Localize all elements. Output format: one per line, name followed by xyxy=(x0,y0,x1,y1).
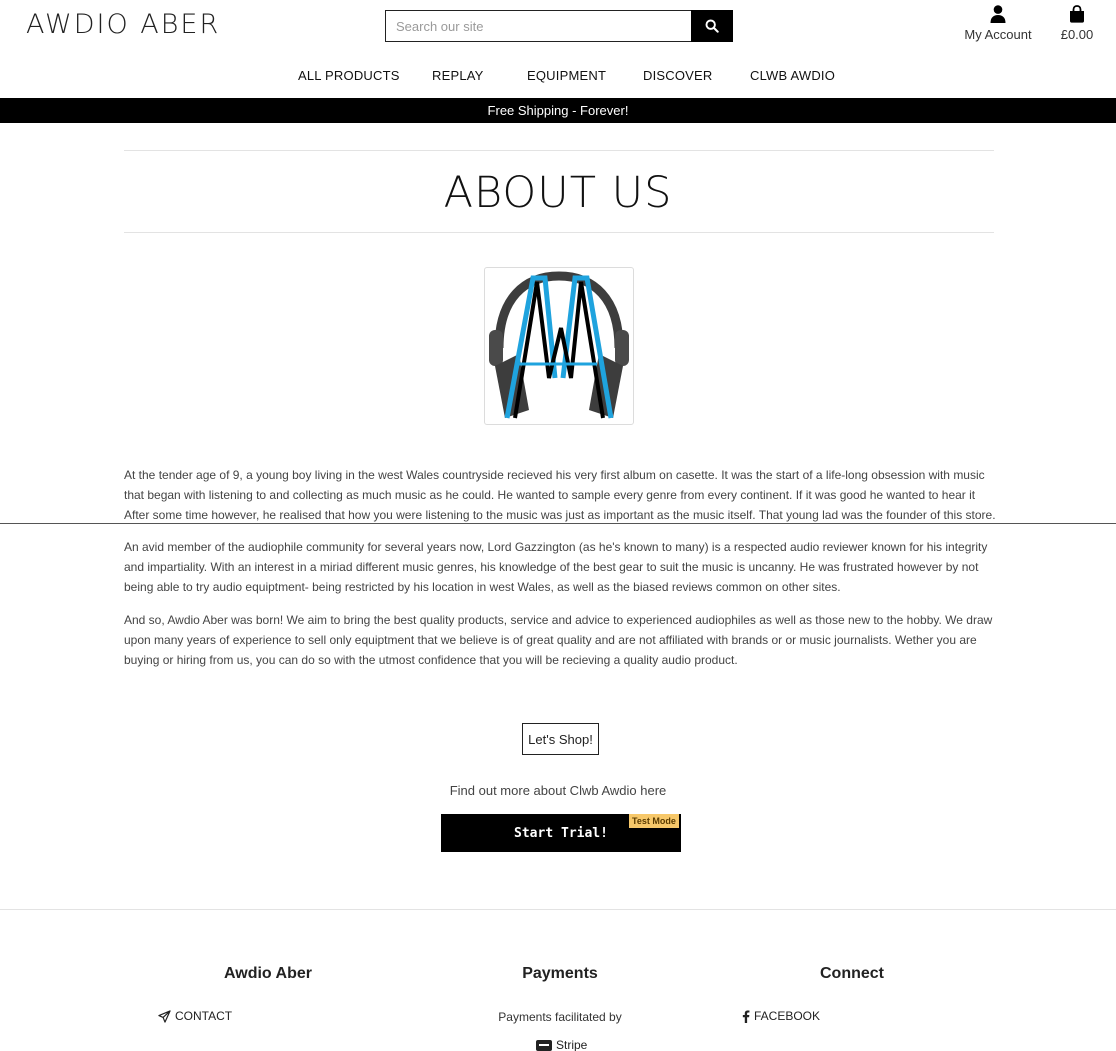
lets-shop-button[interactable]: Let's Shop! xyxy=(522,723,599,755)
my-account-label: My Account xyxy=(964,27,1032,42)
bag-total: £0.00 xyxy=(1060,27,1094,42)
footer-col-awdio-aber-title: Awdio Aber xyxy=(223,965,312,982)
facebook-icon xyxy=(742,1009,750,1023)
nav-replay[interactable]: REPLAY xyxy=(432,68,484,83)
footer-stripe-label: Stripe xyxy=(556,1038,588,1051)
footer-divider xyxy=(0,909,1116,910)
footer-contact-label: CONTACT xyxy=(175,1009,233,1023)
page-title: ABOUT US xyxy=(443,168,673,218)
paper-plane-icon xyxy=(158,1009,171,1023)
title-divider-top xyxy=(124,150,994,151)
search-button[interactable] xyxy=(691,10,733,42)
about-paragraph-3: And so, Awdio Aber was born! We aim to b… xyxy=(124,613,993,667)
footer-facebook-link[interactable]: FACEBOOK xyxy=(742,1009,820,1023)
divider-line xyxy=(0,523,1116,524)
search-input[interactable] xyxy=(385,10,691,42)
clwb-awdio-info-text: Find out more about Clwb Awdio here xyxy=(449,783,667,798)
headphones-logo-icon xyxy=(489,271,629,419)
brand-logo-image xyxy=(484,267,634,425)
user-icon xyxy=(990,5,1006,23)
stripe-icon xyxy=(536,1039,552,1051)
free-shipping-banner: Free Shipping - Forever! xyxy=(0,98,1116,123)
title-divider-bottom xyxy=(124,232,994,233)
site-logo-text[interactable]: AWDIO ABER xyxy=(26,9,220,40)
footer-contact-link[interactable]: CONTACT xyxy=(158,1009,232,1023)
search-icon xyxy=(705,19,719,33)
main-nav: ALL PRODUCTS REPLAY EQUIPMENT DISCOVER C… xyxy=(0,68,1116,84)
footer-facebook-label: FACEBOOK xyxy=(754,1009,821,1023)
my-account-link[interactable]: My Account xyxy=(962,5,1034,42)
nav-discover[interactable]: DISCOVER xyxy=(643,68,713,83)
footer-stripe-link[interactable]: Stripe xyxy=(536,1038,587,1051)
shopping-bag-icon xyxy=(1070,5,1084,23)
nav-all-products[interactable]: ALL PRODUCTS xyxy=(298,68,400,83)
about-paragraph-2: An avid member of the audiophile communi… xyxy=(124,540,988,594)
footer-col-connect-title: Connect xyxy=(820,965,884,982)
shopping-bag-link[interactable]: £0.00 xyxy=(1056,5,1098,42)
footer-col-payments-title: Payments xyxy=(522,965,598,982)
search-form xyxy=(385,10,733,42)
about-paragraph-1: At the tender age of 9, a young boy livi… xyxy=(124,468,996,522)
nav-equipment[interactable]: EQUIPMENT xyxy=(527,68,606,83)
nav-clwb-awdio[interactable]: CLWB AWDIO xyxy=(750,68,835,83)
payments-facilitated-text: Payments facilitated by xyxy=(498,1010,622,1024)
test-mode-badge: Test Mode xyxy=(629,814,679,828)
